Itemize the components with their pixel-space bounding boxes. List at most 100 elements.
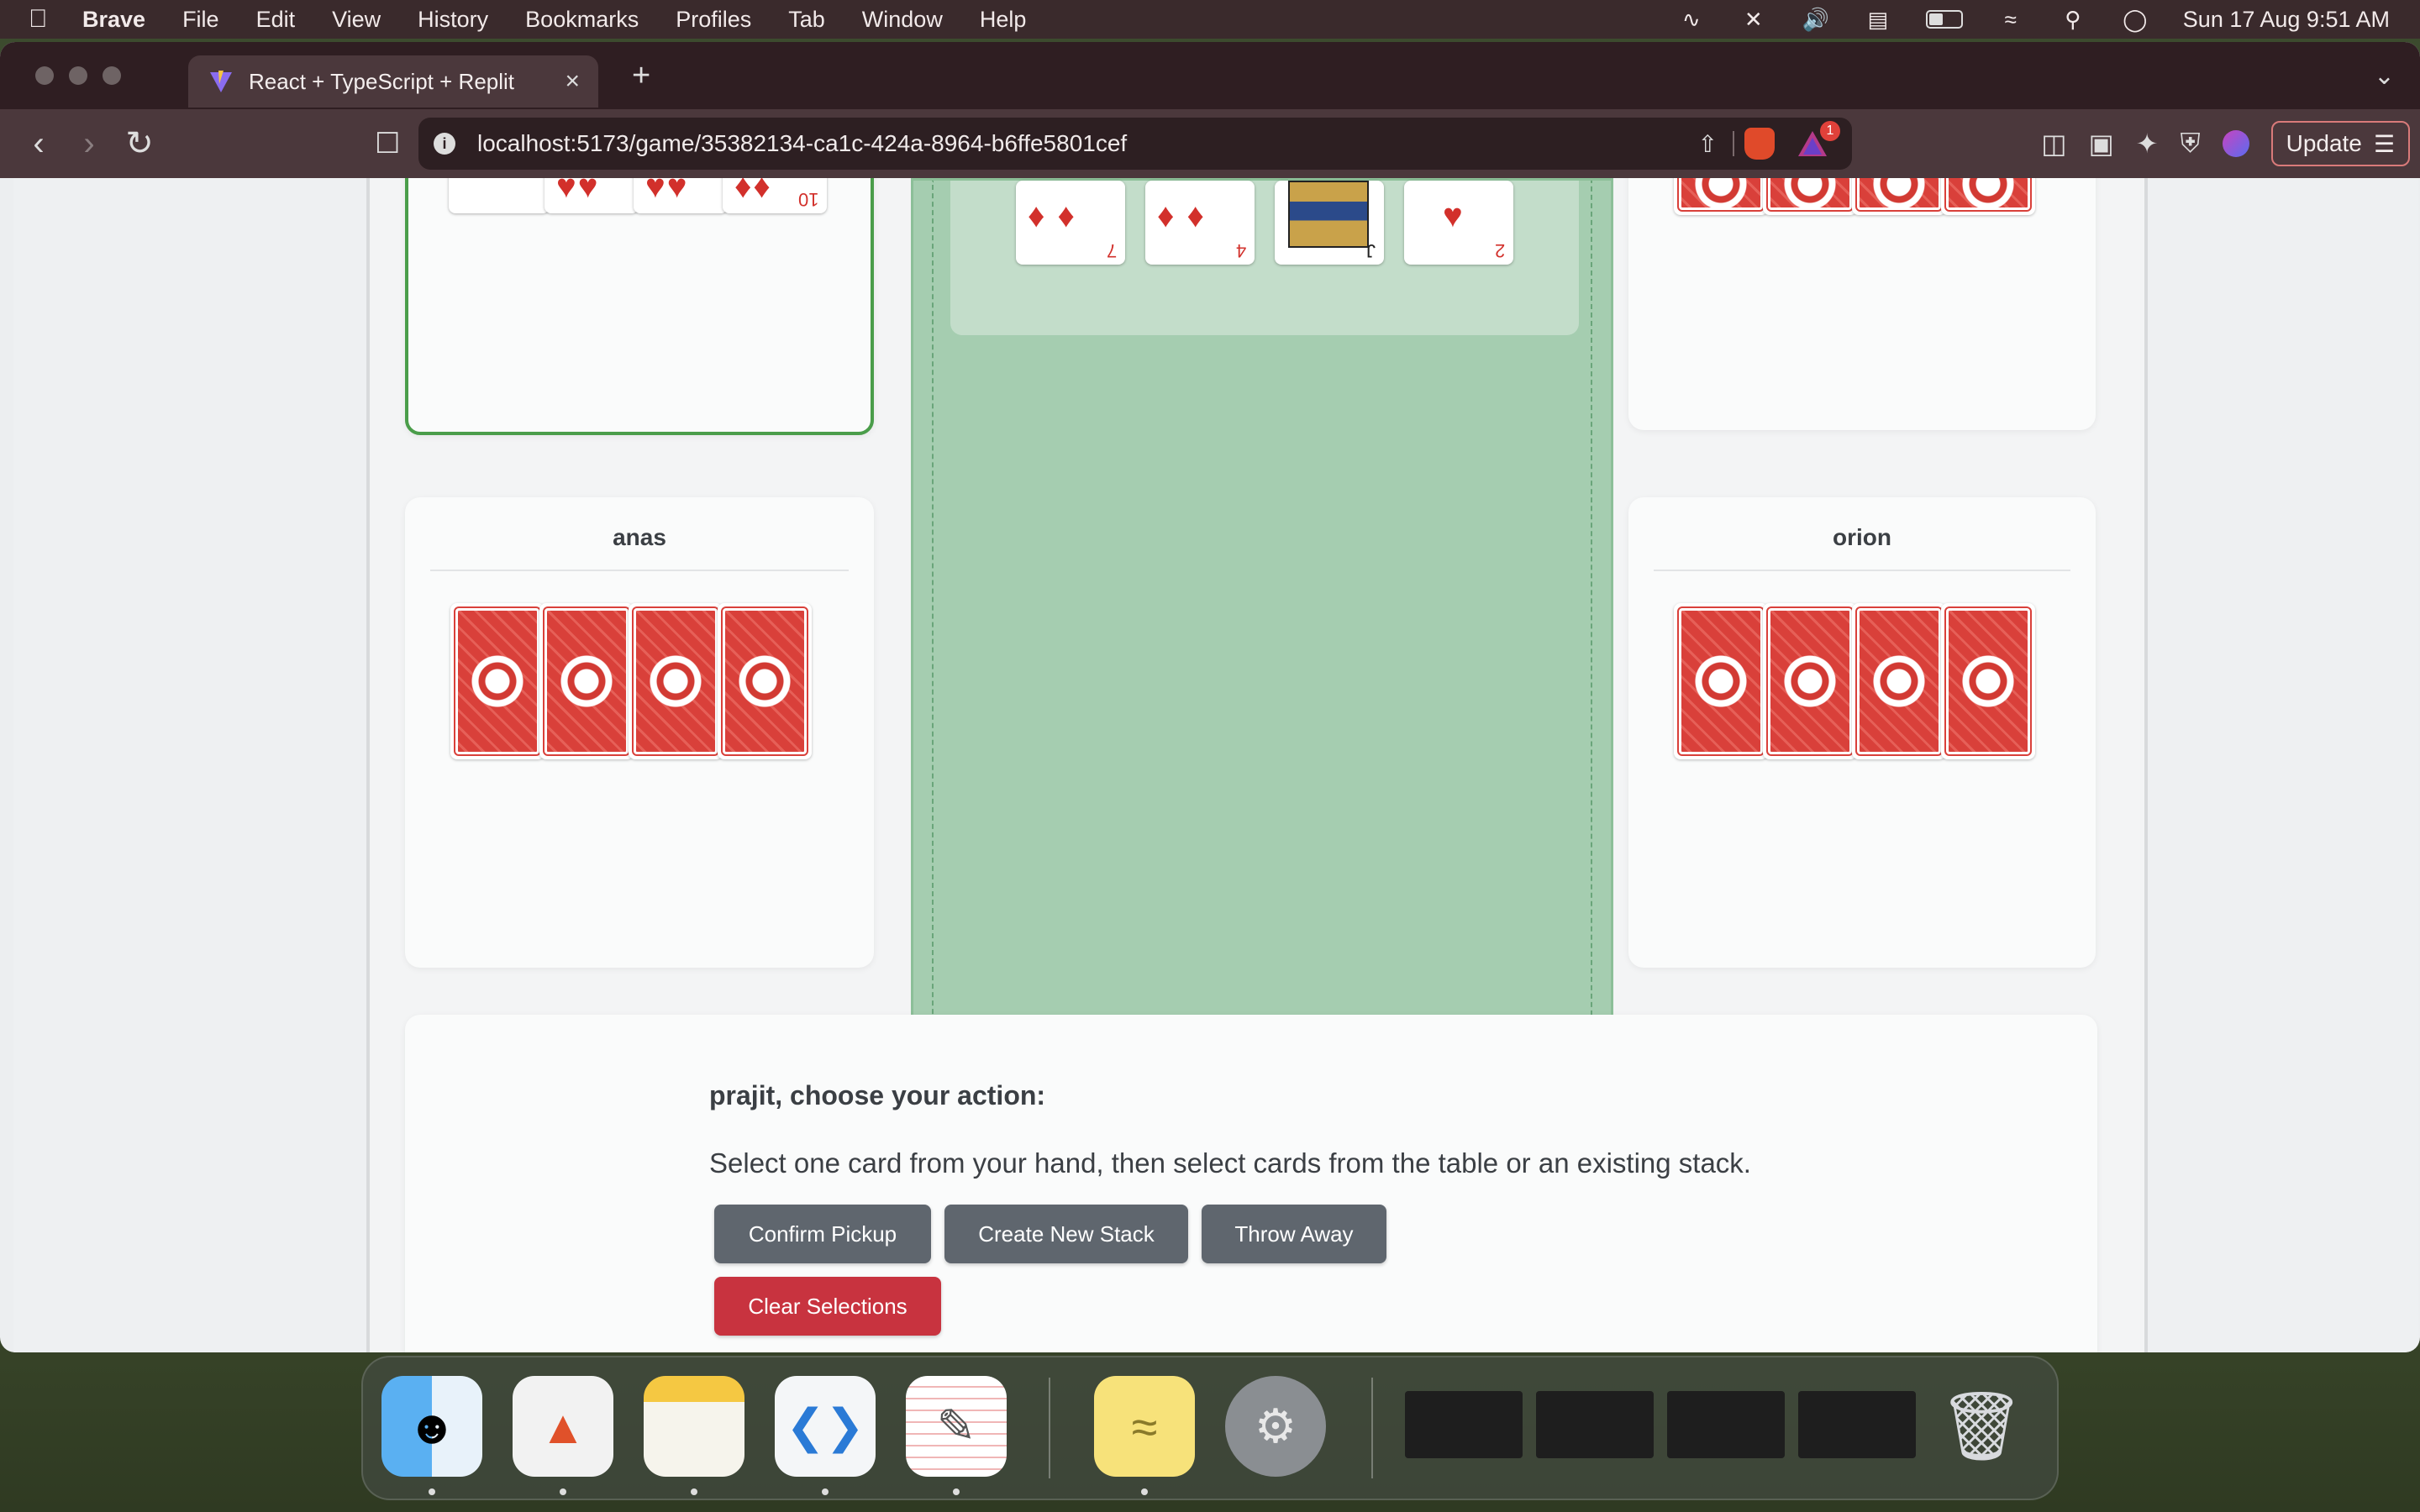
- minimized-window-thumbnail[interactable]: [1536, 1391, 1654, 1458]
- profile-avatar[interactable]: [2222, 130, 2249, 157]
- current-player-hand: ♥♥ ♥♥ ♦♦ 10: [449, 178, 827, 213]
- status-area: ∿ ✕ 🔊 ▤ ≈ ⚲ ◯ Sun 17 Aug 9:51 AM: [1677, 0, 2390, 39]
- rewards-badge: 1: [1820, 121, 1840, 141]
- card-back: [629, 603, 723, 759]
- finder-icon[interactable]: ☻: [381, 1376, 482, 1477]
- new-tab-button[interactable]: +: [632, 58, 650, 94]
- minimized-window-thumbnail[interactable]: [1798, 1391, 1916, 1458]
- back-button[interactable]: ‹: [13, 125, 64, 163]
- card-rank: 4: [1235, 240, 1246, 261]
- table-area[interactable]: ♦ ♦ 7 ♦ ♦ 4 J ♥ 2: [911, 178, 1613, 1122]
- minimize-window-button[interactable]: [69, 66, 87, 85]
- clear-selections-button[interactable]: Clear Selections: [714, 1277, 941, 1336]
- menu-edit[interactable]: Edit: [256, 7, 296, 33]
- menu-app-name[interactable]: Brave: [82, 7, 145, 33]
- card-back: [450, 603, 544, 759]
- create-new-stack-button[interactable]: Create New Stack: [944, 1205, 1188, 1263]
- url-text[interactable]: localhost:5173/game/35382134-ca1c-424a-8…: [477, 130, 1127, 157]
- browser-toolbar: ‹ › ↻ ☐ i localhost:5173/game/35382134-c…: [0, 109, 2420, 178]
- browser-window: React + TypeScript + Replit × + ⌄ ‹ › ↻ …: [0, 42, 2420, 1352]
- apple-menu-icon[interactable]: : [29, 5, 74, 34]
- hand-card[interactable]: [449, 178, 550, 213]
- menu-bookmarks[interactable]: Bookmarks: [525, 7, 639, 33]
- hand-card-hearts[interactable]: ♥♥: [634, 178, 728, 213]
- wifi-icon[interactable]: ≈: [1996, 7, 2025, 32]
- zoom-window-button[interactable]: [103, 66, 121, 85]
- menu-profiles[interactable]: Profiles: [676, 7, 751, 33]
- toolbar-right: ◫ ▣ ✦ ⛨ Update ☰: [2041, 121, 2410, 166]
- address-bar[interactable]: i localhost:5173/game/35382134-ca1c-424a…: [418, 118, 1852, 170]
- minimized-window-thumbnail[interactable]: [1405, 1391, 1523, 1458]
- card-rank: 7: [1106, 240, 1117, 261]
- window-controls: [35, 66, 121, 85]
- table-cards: ♦ ♦ 7 ♦ ♦ 4 J ♥ 2: [1016, 181, 1513, 265]
- brave-browser-icon[interactable]: ▲: [513, 1376, 613, 1477]
- card-back: [1941, 178, 2035, 215]
- battery-icon[interactable]: [1925, 10, 1963, 29]
- menu-file[interactable]: File: [182, 7, 219, 33]
- menu-tab[interactable]: Tab: [788, 7, 825, 33]
- close-window-button[interactable]: [35, 66, 54, 85]
- url-divider: [1733, 131, 1734, 156]
- tab-list-chevron-icon[interactable]: ⌄: [2374, 61, 2395, 91]
- menu-view[interactable]: View: [332, 7, 381, 33]
- pen-icon[interactable]: ✕: [1739, 7, 1768, 32]
- card-rank: 2: [1494, 240, 1505, 261]
- player-hand-anas: [450, 603, 812, 759]
- hand-card-hearts[interactable]: ♥♥: [544, 178, 639, 213]
- leo-ai-icon[interactable]: ✦: [2136, 128, 2159, 160]
- table-card-2-hearts[interactable]: ♥ 2: [1404, 181, 1513, 265]
- spotlight-search-icon[interactable]: ⚲: [2059, 7, 2087, 32]
- player-panel-anas: anas: [405, 497, 874, 968]
- system-settings-icon[interactable]: ⚙: [1225, 1376, 1326, 1477]
- page-viewport: ♥♥ ♥♥ ♦♦ 10 ♦ ♦ 7 ♦ ♦ 4 J ♥ 2 anas orion…: [13, 178, 2418, 1352]
- vpn-icon[interactable]: ⛨: [2181, 128, 2201, 160]
- confirm-pickup-button[interactable]: Confirm Pickup: [714, 1205, 931, 1263]
- action-prompt: prajit, choose your action:: [709, 1080, 1046, 1110]
- wallet-icon[interactable]: ▣: [2089, 128, 2114, 160]
- forward-button[interactable]: ›: [64, 125, 114, 163]
- table-card-j-clubs[interactable]: J: [1275, 181, 1384, 265]
- menu-window[interactable]: Window: [862, 7, 943, 33]
- opponent-hand-top-right: [1674, 178, 2035, 215]
- update-button[interactable]: Update ☰: [2270, 121, 2410, 166]
- input-source-icon[interactable]: ▤: [1864, 7, 1892, 32]
- voice-control-icon[interactable]: ∿: [1677, 7, 1706, 32]
- share-icon[interactable]: ⇧: [1698, 130, 1718, 158]
- menu-history[interactable]: History: [418, 7, 488, 33]
- running-indicator: [1141, 1488, 1148, 1495]
- sidebar-icon[interactable]: ◫: [2041, 128, 2066, 160]
- card-rank: J: [1366, 240, 1376, 261]
- tab-title: React + TypeScript + Replit: [249, 68, 515, 94]
- brave-shields-icon[interactable]: [1744, 128, 1775, 160]
- tab-active[interactable]: React + TypeScript + Replit ×: [188, 55, 598, 108]
- tab-close-icon[interactable]: ×: [565, 67, 580, 96]
- throw-away-button[interactable]: Throw Away: [1202, 1205, 1386, 1263]
- card-back: [1763, 603, 1857, 759]
- card-back: [718, 603, 812, 759]
- card-rank: 10: [797, 189, 818, 210]
- vscode-icon[interactable]: ❮❯: [775, 1376, 876, 1477]
- vite-favicon-icon: [210, 71, 232, 92]
- reload-button[interactable]: ↻: [114, 124, 165, 163]
- menu-clock[interactable]: Sun 17 Aug 9:51 AM: [2183, 7, 2390, 33]
- running-indicator: [429, 1488, 435, 1495]
- running-indicator: [822, 1488, 829, 1495]
- minimized-window-thumbnail[interactable]: [1667, 1391, 1785, 1458]
- bookmark-icon[interactable]: ☐: [375, 127, 408, 160]
- volume-icon[interactable]: 🔊: [1802, 7, 1830, 32]
- card-back: [1674, 178, 1768, 215]
- table-card-4-diamonds[interactable]: ♦ ♦ 4: [1145, 181, 1255, 265]
- notes-icon[interactable]: [644, 1376, 744, 1477]
- menu-help[interactable]: Help: [980, 7, 1027, 33]
- running-indicator: [953, 1488, 960, 1495]
- table-card-7-diamonds[interactable]: ♦ ♦ 7: [1016, 181, 1125, 265]
- control-center-icon[interactable]: ◯: [2121, 7, 2149, 32]
- hand-card-diamonds[interactable]: ♦♦ 10: [723, 178, 827, 213]
- trash-icon[interactable]: 🗑: [1931, 1376, 2032, 1477]
- textedit-icon[interactable]: ✎: [906, 1376, 1007, 1477]
- site-info-icon[interactable]: i: [434, 133, 455, 155]
- dock-divider: [1371, 1378, 1373, 1478]
- card-back: [1763, 178, 1857, 215]
- stickies-icon[interactable]: ≈: [1094, 1376, 1195, 1477]
